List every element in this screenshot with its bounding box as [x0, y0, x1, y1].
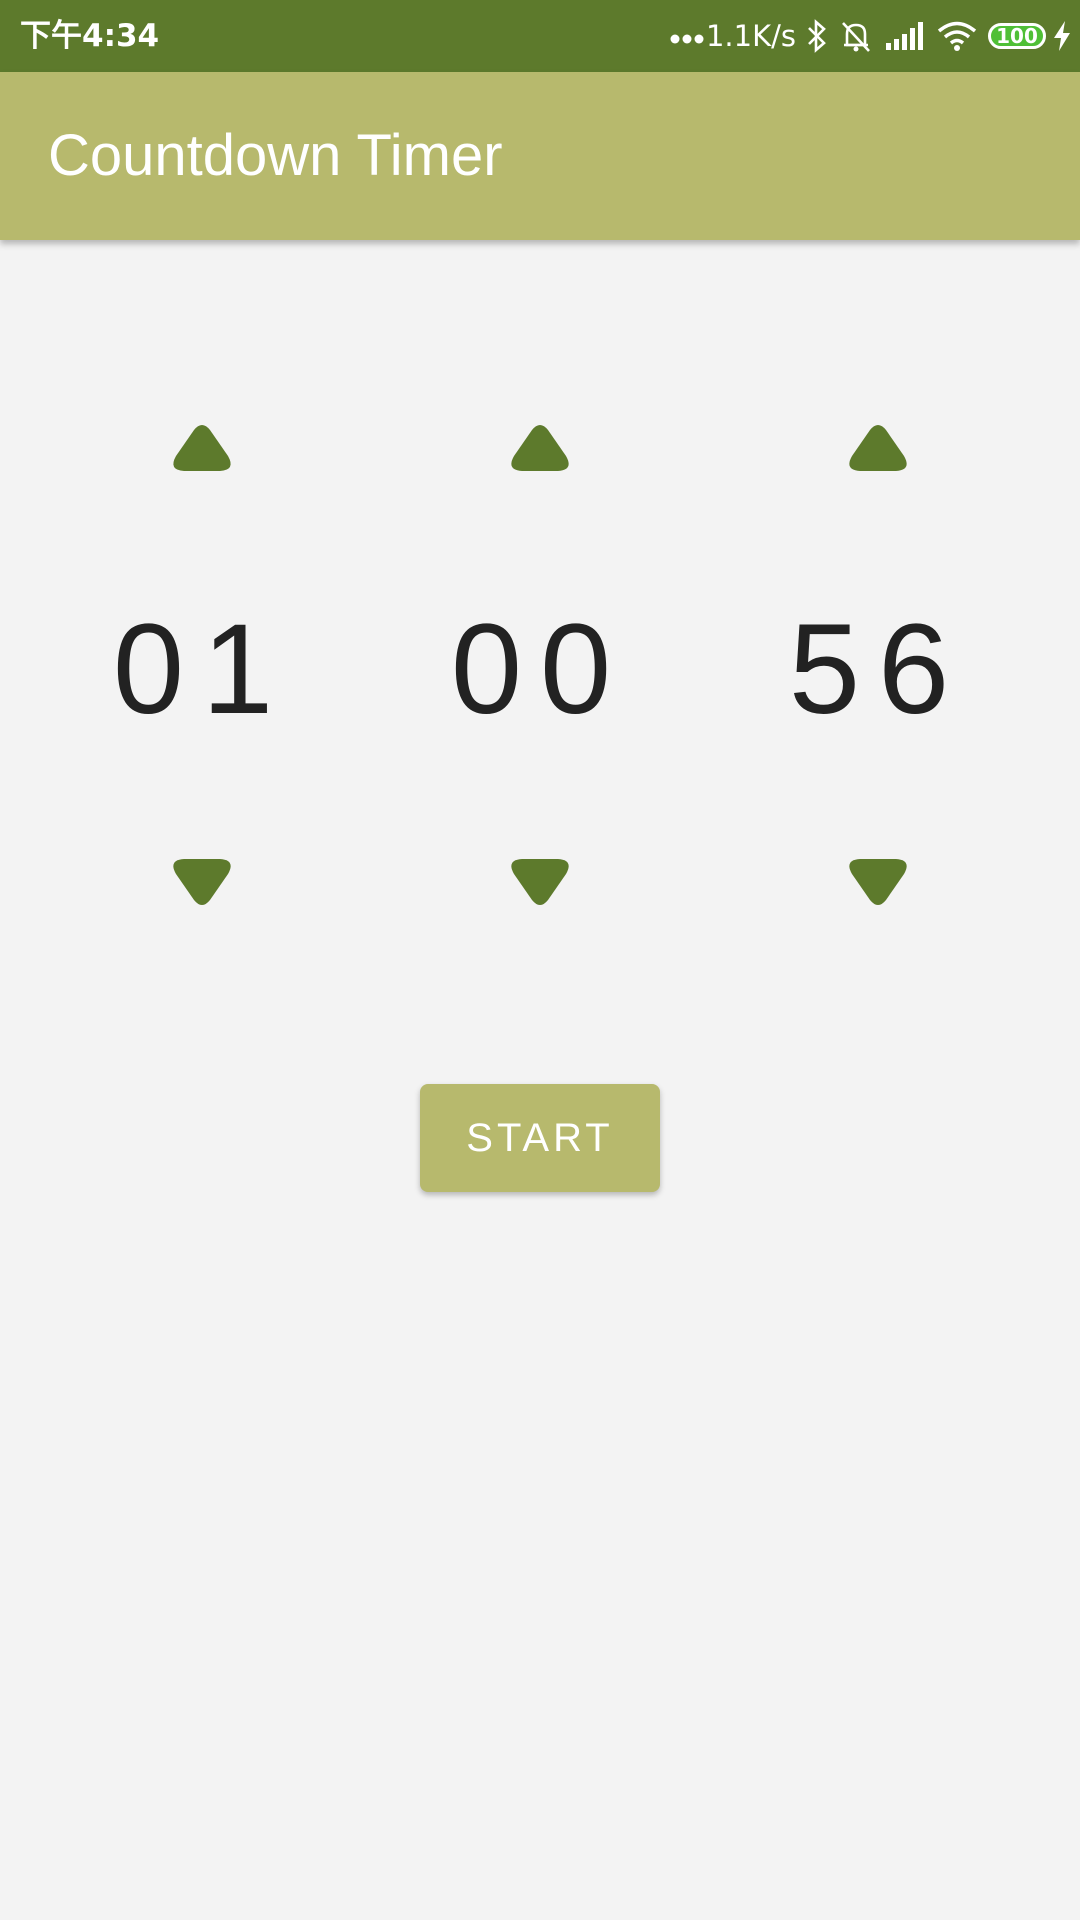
seconds-value: 56 — [788, 598, 968, 741]
hours-picker: 01 — [52, 400, 352, 920]
battery-icon: 100 — [988, 23, 1046, 49]
hours-increment-arrow-icon[interactable] — [162, 420, 242, 490]
status-icons: 1.1K/s 100 — [660, 0, 1072, 72]
status-time: 下午4:34 — [20, 18, 160, 54]
start-button[interactable]: START — [420, 1084, 660, 1192]
minutes-increment-arrow-icon[interactable] — [500, 420, 580, 490]
seconds-picker: 56 — [728, 400, 1028, 920]
status-bar: 下午4:34 1.1K/s 100 — [0, 0, 1080, 72]
page-title: Countdown Timer — [48, 123, 503, 188]
hours-decrement-arrow-icon[interactable] — [162, 840, 242, 910]
hours-value: 01 — [112, 598, 292, 741]
minutes-value: 00 — [450, 598, 630, 741]
dots-icon — [670, 34, 704, 44]
app-bar: Countdown Timer — [0, 72, 1080, 240]
seconds-decrement-arrow-icon[interactable] — [838, 840, 918, 910]
signal-icon — [886, 22, 923, 50]
alarm-off-icon — [842, 22, 870, 52]
wifi-icon — [937, 21, 977, 51]
minutes-decrement-arrow-icon[interactable] — [500, 840, 580, 910]
minutes-picker: 00 — [390, 400, 690, 920]
net-speed: 1.1K/s — [705, 19, 796, 53]
bluetooth-icon — [808, 19, 826, 53]
seconds-increment-arrow-icon[interactable] — [838, 420, 918, 490]
charging-icon — [1054, 21, 1070, 51]
